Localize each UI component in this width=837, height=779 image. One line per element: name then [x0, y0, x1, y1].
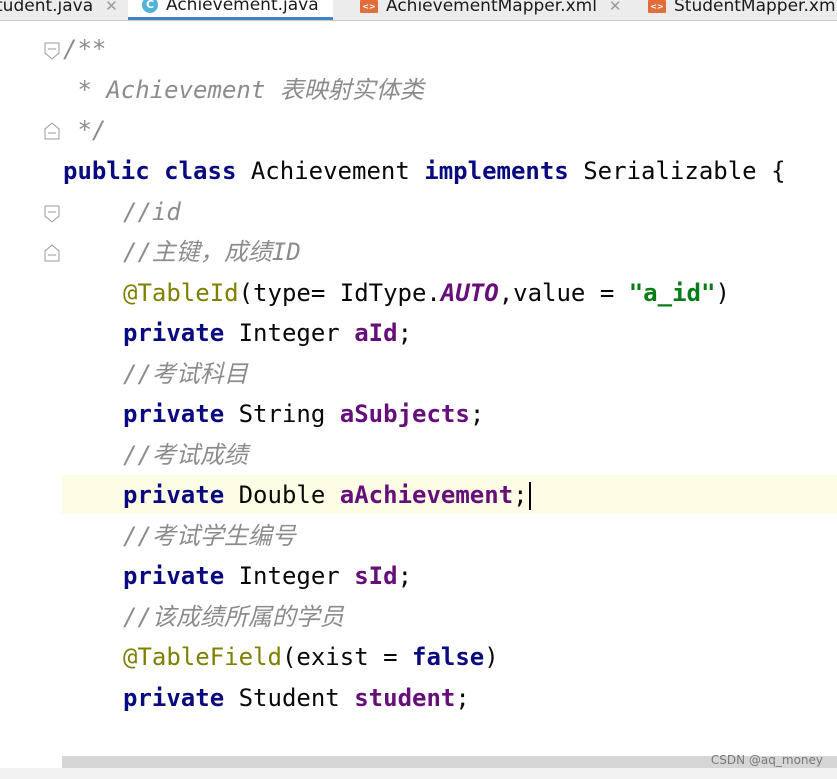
- tab-label: AchievementMapper.xml: [386, 0, 597, 16]
- comment-student: //该成绩所属的学员: [123, 603, 344, 631]
- text-caret: [528, 482, 531, 510]
- class-name: Achievement: [250, 157, 410, 185]
- semicolon: ;: [397, 562, 413, 590]
- xml-file-icon: <>: [360, 0, 378, 13]
- keyword: private: [123, 562, 225, 590]
- type-name: Integer: [238, 562, 340, 590]
- semicolon: ;: [469, 400, 485, 428]
- tab-label: tudent.java: [0, 0, 94, 16]
- field-subjects-line: private String aSubjects;: [123, 394, 484, 434]
- keyword: private: [123, 319, 225, 347]
- doc-comment-open: /**: [63, 35, 107, 63]
- tab-achievement-mapper-xml[interactable]: <> AchievementMapper.xml ✕: [360, 0, 622, 19]
- class-declaration: public class Achievement implements Seri…: [63, 151, 786, 191]
- field-sid-line: private Integer sId;: [123, 556, 412, 596]
- interface-name: Serializable: [583, 157, 757, 185]
- annotation: @TableId: [123, 279, 239, 307]
- comment-id: //id: [123, 198, 181, 226]
- close-icon[interactable]: ✕: [609, 0, 622, 15]
- keyword: private: [123, 400, 225, 428]
- comment-primary-key: //主键，成绩ID: [123, 238, 301, 266]
- code-text: (type= IdType.: [238, 279, 441, 307]
- comment-student-id: //考试学生编号: [123, 522, 296, 550]
- enum-constant: AUTO: [440, 279, 499, 307]
- keyword: private: [123, 684, 225, 712]
- fold-end-icon[interactable]: [44, 122, 60, 140]
- tableid-annotation-line: @TableId(type= IdType.AUTO,value = "a_id…: [123, 273, 730, 313]
- keyword: implements: [424, 157, 569, 185]
- status-bar: [0, 768, 837, 779]
- close-icon[interactable]: ✕: [105, 0, 118, 15]
- code-text: (exist =: [281, 643, 412, 671]
- keyword: false: [412, 643, 485, 671]
- field-achievement-line: private Double aAchievement;: [123, 475, 531, 515]
- tab-achievement-java[interactable]: C Achievement.java: [128, 0, 333, 20]
- code-text: ,value =: [498, 279, 629, 307]
- class-icon: C: [142, 0, 158, 13]
- comment-score: //考试成绩: [123, 441, 248, 469]
- field-name: aId: [354, 319, 398, 347]
- field-name: aAchievement: [339, 481, 514, 509]
- doc-comment-line: * Achievement 表映射实体类: [63, 76, 424, 104]
- code-text: ): [484, 643, 499, 671]
- semicolon: ;: [455, 684, 470, 712]
- field-name: aSubjects: [339, 400, 470, 428]
- tab-label: Achievement.java: [166, 0, 319, 15]
- tab-label: StudentMapper.xml: [674, 0, 837, 16]
- editor-gutter: [0, 21, 62, 755]
- tablefield-annotation-line: @TableField(exist = false): [123, 637, 499, 677]
- fold-collapse-icon[interactable]: [44, 205, 60, 223]
- code-text: ): [715, 279, 730, 307]
- type-name: Double: [238, 481, 326, 509]
- doc-comment-close: */: [63, 116, 107, 144]
- field-student-line: private Student student;: [123, 678, 470, 718]
- keyword: public: [63, 157, 150, 185]
- annotation: @TableField: [123, 643, 282, 671]
- comment-subjects: //考试科目: [123, 360, 248, 388]
- field-aid-line: private Integer aId;: [123, 313, 412, 353]
- type-name: Integer: [238, 319, 340, 347]
- tab-student-mapper-xml[interactable]: <> StudentMapper.xml: [648, 0, 837, 19]
- type-name: String: [238, 400, 326, 428]
- fold-collapse-icon[interactable]: [44, 42, 60, 60]
- xml-file-icon: <>: [648, 0, 666, 13]
- brace: {: [771, 157, 786, 185]
- semicolon: ;: [513, 481, 528, 509]
- tab-student-java[interactable]: tudent.java ✕: [0, 0, 118, 19]
- keyword: private: [123, 481, 225, 509]
- string-literal: "a_id": [628, 279, 716, 307]
- semicolon: ;: [397, 319, 413, 347]
- editor-tab-bar: tudent.java ✕ C Achievement.java <> Achi…: [0, 0, 837, 21]
- keyword: class: [164, 157, 237, 185]
- fold-end-icon[interactable]: [44, 244, 60, 262]
- field-name: student: [354, 684, 456, 712]
- field-name: sId: [354, 562, 398, 590]
- watermark: CSDN @aq_money: [710, 753, 823, 767]
- type-name: Student: [238, 684, 340, 712]
